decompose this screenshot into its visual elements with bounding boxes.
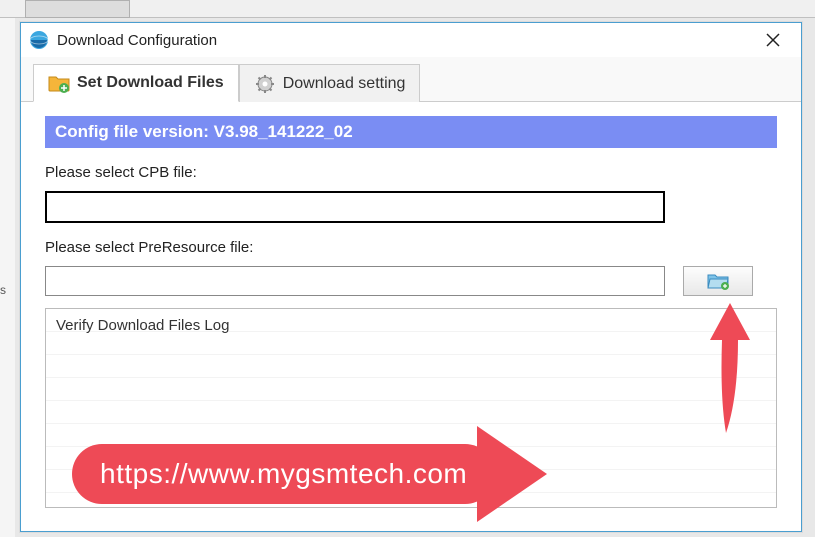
- backdrop-fragment: s: [0, 283, 6, 297]
- tab-download-setting[interactable]: Download setting: [239, 64, 421, 102]
- browse-button[interactable]: [683, 266, 753, 296]
- close-button[interactable]: [753, 25, 793, 55]
- preresource-file-label: Please select PreResource file:: [45, 239, 777, 256]
- preresource-file-input[interactable]: [45, 266, 665, 296]
- content-area: Config file version: V3.98_141222_02 Ple…: [21, 102, 801, 530]
- app-icon: [29, 30, 49, 50]
- folder-add-icon: [48, 73, 70, 93]
- log-title: Verify Download Files Log: [56, 317, 229, 334]
- config-version-bar: Config file version: V3.98_141222_02: [45, 116, 777, 148]
- cpb-file-input[interactable]: [45, 191, 665, 223]
- tab-label: Download setting: [283, 75, 406, 93]
- gear-icon: [254, 74, 276, 94]
- cpb-file-label: Please select CPB file:: [45, 164, 777, 181]
- close-icon: [766, 33, 780, 47]
- tabstrip: Set Download Files: [21, 57, 801, 102]
- download-config-window: Download Configuration Set Download File…: [20, 22, 802, 532]
- folder-open-icon: [707, 272, 729, 290]
- tab-set-download-files[interactable]: Set Download Files: [33, 64, 239, 102]
- window-title: Download Configuration: [57, 32, 753, 49]
- titlebar: Download Configuration: [21, 23, 801, 57]
- verify-log-box: Verify Download Files Log: [45, 308, 777, 508]
- tab-label: Set Download Files: [77, 74, 224, 92]
